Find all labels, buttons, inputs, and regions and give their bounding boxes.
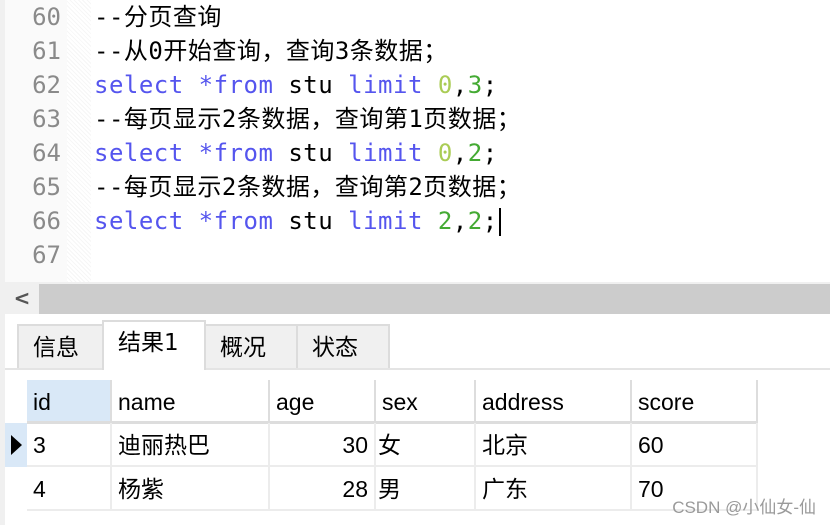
line-number: 67 bbox=[32, 241, 61, 269]
code-token: --分页查询 bbox=[94, 3, 222, 31]
code-text[interactable]: select *from stu limit 2,2; bbox=[94, 204, 501, 238]
column-header-name[interactable]: name bbox=[112, 380, 270, 424]
watermark: CSDN @小仙女-仙 bbox=[672, 498, 816, 517]
code-token: --每页显示2条数据，查询第1页数据； bbox=[94, 105, 522, 133]
cell-id[interactable]: 3 bbox=[27, 423, 112, 467]
cell-age[interactable]: 28 bbox=[270, 467, 376, 511]
horizontal-scrollbar[interactable]: < bbox=[5, 282, 830, 314]
line-number: 64 bbox=[32, 139, 61, 167]
result-tabs: 信息 结果1 概况 状态 bbox=[5, 314, 830, 370]
sql-keyword: select *from bbox=[94, 207, 289, 235]
sql-editor[interactable]: 60 --分页查询 61 --从0开始查询，查询3条数据； 62 select *from… bbox=[5, 0, 830, 282]
sql-number: 2 bbox=[467, 139, 483, 167]
row-pointer-icon bbox=[10, 435, 22, 455]
line-number: 61 bbox=[32, 37, 61, 65]
text-caret bbox=[498, 208, 501, 236]
code-token: ; bbox=[482, 139, 498, 167]
tab-info[interactable]: 信息 bbox=[17, 324, 109, 368]
cell-address[interactable]: 北京 bbox=[476, 423, 632, 467]
sql-keyword: limit bbox=[348, 71, 438, 99]
code-token: stu bbox=[288, 207, 349, 235]
tab-result-1[interactable]: 结果1 bbox=[102, 320, 206, 370]
cell-id[interactable]: 4 bbox=[27, 467, 112, 511]
code-token: , bbox=[452, 139, 468, 167]
code-line[interactable]: 67 bbox=[5, 238, 830, 272]
code-token: --从0开始查询，查询3条数据； bbox=[94, 37, 448, 65]
code-text[interactable]: --每页显示2条数据，查询第2页数据； bbox=[94, 170, 521, 204]
code-token: ; bbox=[482, 71, 498, 99]
code-text[interactable]: select *from stu limit 0,2; bbox=[94, 136, 498, 170]
row-indicator bbox=[5, 467, 27, 511]
cell-address[interactable]: 广东 bbox=[476, 467, 632, 511]
code-text[interactable]: --从0开始查询，查询3条数据； bbox=[94, 34, 448, 68]
code-token: , bbox=[452, 71, 468, 99]
column-header-age[interactable]: age bbox=[270, 380, 376, 424]
cell-sex[interactable]: 女 bbox=[376, 423, 476, 467]
code-text[interactable]: --每页显示2条数据，查询第1页数据； bbox=[94, 102, 521, 136]
code-line[interactable]: 61 --从0开始查询，查询3条数据； bbox=[5, 34, 830, 68]
code-line[interactable]: 64 select *from stu limit 0,2; bbox=[5, 136, 830, 170]
code-line[interactable]: 60 --分页查询 bbox=[5, 0, 830, 34]
sql-number: 2 bbox=[467, 207, 483, 235]
sql-number: 0 bbox=[437, 71, 453, 99]
cell-name[interactable]: 杨紫 bbox=[112, 467, 270, 511]
column-header-id[interactable]: id bbox=[27, 380, 112, 424]
line-number: 62 bbox=[32, 71, 61, 99]
line-number: 63 bbox=[32, 105, 61, 133]
code-token: stu bbox=[288, 71, 349, 99]
code-token: ; bbox=[482, 207, 498, 235]
cell-age[interactable]: 30 bbox=[270, 423, 376, 467]
cell-score[interactable]: 60 bbox=[632, 423, 758, 467]
line-number: 65 bbox=[32, 173, 61, 201]
sql-keyword: select *from bbox=[94, 139, 289, 167]
sql-keyword: limit bbox=[348, 139, 438, 167]
tab-status[interactable]: 状态 bbox=[296, 324, 390, 368]
code-token: , bbox=[452, 207, 468, 235]
scrollbar-thumb[interactable] bbox=[39, 284, 830, 314]
tab-overview[interactable]: 概况 bbox=[204, 324, 298, 368]
code-line[interactable]: 65 --每页显示2条数据，查询第2页数据； bbox=[5, 170, 830, 204]
chevron-left-icon[interactable]: < bbox=[5, 282, 39, 314]
sql-number: 2 bbox=[437, 207, 453, 235]
code-token: stu bbox=[288, 139, 349, 167]
current-row-indicator bbox=[5, 423, 27, 467]
column-header-sex[interactable]: sex bbox=[376, 380, 476, 424]
line-number: 60 bbox=[32, 3, 61, 31]
cell-name[interactable]: 迪丽热巴 bbox=[112, 423, 270, 467]
code-line[interactable]: 62 select *from stu limit 0,3; bbox=[5, 68, 830, 102]
code-token: --每页显示2条数据，查询第2页数据； bbox=[94, 173, 522, 201]
column-header-score[interactable]: score bbox=[632, 380, 758, 424]
code-line[interactable]: 63 --每页显示2条数据，查询第1页数据； bbox=[5, 102, 830, 136]
cell-sex[interactable]: 男 bbox=[376, 467, 476, 511]
line-number: 66 bbox=[32, 207, 61, 235]
sql-number: 0 bbox=[437, 139, 453, 167]
row-indicator-header bbox=[5, 380, 27, 424]
code-text[interactable]: --分页查询 bbox=[94, 0, 222, 34]
code-line[interactable]: 66 select *from stu limit 2,2; bbox=[5, 204, 830, 238]
code-text[interactable]: select *from stu limit 0,3; bbox=[94, 68, 498, 102]
sql-keyword: select *from bbox=[94, 71, 289, 99]
column-header-address[interactable]: address bbox=[476, 380, 632, 424]
sql-number: 3 bbox=[467, 71, 483, 99]
sql-keyword: limit bbox=[348, 207, 438, 235]
